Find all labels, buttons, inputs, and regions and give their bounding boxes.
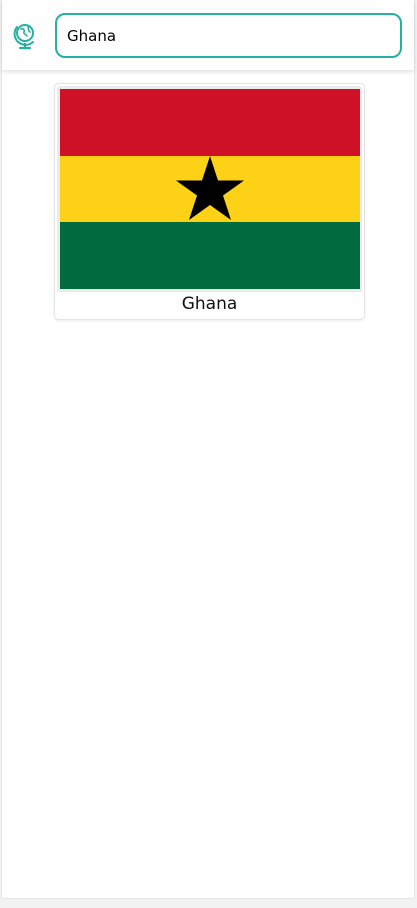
country-card[interactable]: Ghana	[54, 83, 365, 320]
search-input[interactable]	[67, 23, 387, 49]
globe-icon[interactable]	[13, 22, 39, 50]
app-window: Ghana	[1, 0, 415, 899]
flag-frame	[57, 86, 362, 292]
top-bar	[2, 0, 414, 70]
search-box[interactable]	[55, 13, 402, 58]
country-name-label: Ghana	[181, 294, 238, 314]
ghana-flag-image	[60, 89, 360, 289]
